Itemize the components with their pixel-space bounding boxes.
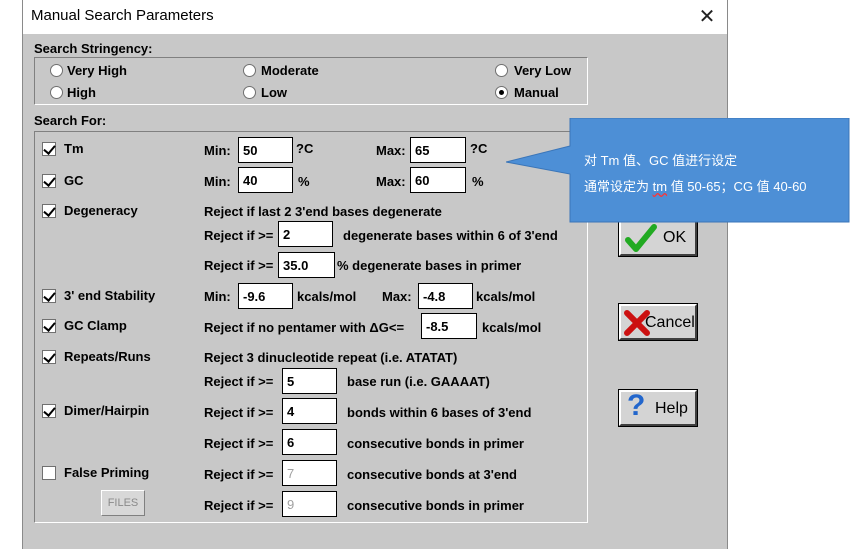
degeneracy-text2: % degenerate bases in primer bbox=[337, 258, 522, 273]
gc-max-label: Max: bbox=[376, 174, 406, 189]
dimer-bonds-input[interactable]: 4 bbox=[282, 398, 337, 424]
tm-max-label: Max: bbox=[376, 143, 406, 158]
ok-button[interactable]: OK bbox=[619, 220, 697, 256]
dimer-checkbox[interactable] bbox=[42, 404, 56, 418]
false-priming-text1: consecutive bonds at 3'end bbox=[347, 467, 517, 482]
checkmark-icon bbox=[625, 224, 657, 252]
radio-manual-label: Manual bbox=[514, 85, 559, 100]
gc-min-unit: % bbox=[298, 174, 310, 189]
tm-checkbox[interactable] bbox=[42, 142, 56, 156]
false-priming-checkbox[interactable] bbox=[42, 466, 56, 480]
question-mark-icon: ? bbox=[627, 389, 646, 422]
cancel-button[interactable]: Cancel bbox=[619, 304, 697, 340]
stability-max-input[interactable]: -4.8 bbox=[418, 283, 473, 309]
dimer-reject-label-1: Reject if >= bbox=[204, 405, 274, 420]
callout-line1: 对 Tm 值、GC 值进行设定 bbox=[584, 153, 738, 168]
dimer-consecutive-input[interactable]: 6 bbox=[282, 429, 337, 455]
false-priming-primer-input[interactable]: 9 bbox=[282, 491, 337, 517]
gc-min-label: Min: bbox=[204, 174, 231, 189]
degeneracy-count-input[interactable]: 2 bbox=[278, 221, 333, 247]
tm-label: Tm bbox=[64, 141, 84, 156]
repeats-text: base run (i.e. GAAAAT) bbox=[347, 374, 490, 389]
radio-very-low-label: Very Low bbox=[514, 63, 572, 78]
stability-min-unit: kcals/mol bbox=[297, 289, 357, 304]
radio-very-high-label: Very High bbox=[67, 63, 127, 78]
gc-clamp-input[interactable]: -8.5 bbox=[421, 313, 477, 339]
dimer-reject-label-2: Reject if >= bbox=[204, 436, 274, 451]
degeneracy-reject-label-2: Reject if >= bbox=[204, 258, 274, 273]
callout-shape bbox=[506, 118, 850, 223]
radio-moderate[interactable] bbox=[243, 64, 256, 77]
repeats-reject-label: Reject if >= bbox=[204, 374, 274, 389]
radio-low[interactable] bbox=[243, 86, 256, 99]
dimer-label: Dimer/Hairpin bbox=[64, 403, 150, 418]
repeats-line1: Reject 3 dinucleotide repeat (i.e. ATATA… bbox=[204, 350, 458, 365]
degeneracy-reject-label-1: Reject if >= bbox=[204, 228, 274, 243]
gc-label: GC bbox=[64, 173, 84, 188]
degeneracy-text1: degenerate bases within 6 of 3'end bbox=[343, 228, 558, 243]
annotation-callout: 对 Tm 值、GC 值进行设定 通常设定为 tm 值 50-65；CG 值 40… bbox=[506, 118, 850, 224]
gc-checkbox[interactable] bbox=[42, 174, 56, 188]
radio-moderate-label: Moderate bbox=[261, 63, 319, 78]
tm-max-input[interactable]: 65 bbox=[410, 137, 466, 163]
help-button-label: Help bbox=[655, 400, 688, 417]
false-priming-text2: consecutive bonds in primer bbox=[347, 498, 524, 513]
window-title: Manual Search Parameters bbox=[31, 7, 214, 24]
callout-line2-post: 值 50-65；CG 值 40-60 bbox=[667, 179, 807, 194]
stability-checkbox[interactable] bbox=[42, 289, 56, 303]
dimer-text2: consecutive bonds in primer bbox=[347, 436, 524, 451]
callout-line2: 通常设定为 tm 值 50-65；CG 值 40-60 bbox=[584, 176, 807, 195]
tm-min-unit: ?C bbox=[296, 141, 314, 156]
gc-clamp-unit: kcals/mol bbox=[482, 320, 542, 335]
radio-very-low[interactable] bbox=[495, 64, 508, 77]
gc-max-unit: % bbox=[472, 174, 484, 189]
ok-button-label: OK bbox=[663, 229, 687, 246]
tm-min-label: Min: bbox=[204, 143, 231, 158]
close-button[interactable]: ✕ bbox=[689, 2, 725, 32]
repeats-run-input[interactable]: 5 bbox=[282, 368, 337, 394]
radio-high[interactable] bbox=[50, 86, 63, 99]
close-icon: ✕ bbox=[698, 6, 716, 28]
stability-min-input[interactable]: -9.6 bbox=[238, 283, 293, 309]
gc-clamp-label: GC Clamp bbox=[64, 318, 127, 333]
stability-min-label: Min: bbox=[204, 289, 231, 304]
degeneracy-label: Degeneracy bbox=[64, 203, 138, 218]
degeneracy-percent-input[interactable]: 35.0 bbox=[278, 252, 335, 278]
callout-line2-tm: tm bbox=[652, 179, 668, 194]
dimer-text1: bonds within 6 bases of 3'end bbox=[347, 405, 532, 420]
gc-max-input[interactable]: 60 bbox=[410, 167, 466, 193]
degeneracy-line1: Reject if last 2 3'end bases degenerate bbox=[204, 204, 442, 219]
false-priming-3end-input[interactable]: 7 bbox=[282, 460, 337, 486]
search-for-label: Search For: bbox=[34, 113, 107, 128]
gc-min-input[interactable]: 40 bbox=[238, 167, 293, 193]
cancel-button-label: Cancel bbox=[645, 314, 695, 331]
false-priming-label: False Priming bbox=[64, 465, 150, 480]
tm-min-input[interactable]: 50 bbox=[238, 137, 293, 163]
stringency-label: Search Stringency: bbox=[34, 41, 153, 56]
radio-low-label: Low bbox=[261, 85, 287, 100]
files-button[interactable]: FILES bbox=[101, 490, 145, 516]
degeneracy-checkbox[interactable] bbox=[42, 204, 56, 218]
radio-high-label: High bbox=[67, 85, 96, 100]
tm-max-unit: ?C bbox=[470, 141, 488, 156]
help-button[interactable]: ? Help bbox=[619, 389, 697, 426]
gc-clamp-checkbox[interactable] bbox=[42, 319, 56, 333]
callout-line2-pre: 通常设定为 bbox=[584, 179, 653, 194]
stability-max-label: Max: bbox=[382, 289, 412, 304]
stability-label: 3' end Stability bbox=[64, 288, 156, 303]
false-priming-reject-label-1: Reject if >= bbox=[204, 467, 274, 482]
false-priming-reject-label-2: Reject if >= bbox=[204, 498, 274, 513]
title-bar: Manual Search Parameters ✕ bbox=[23, 0, 727, 34]
radio-very-high[interactable] bbox=[50, 64, 63, 77]
gc-clamp-text: Reject if no pentamer with ΔG<= bbox=[204, 320, 405, 335]
dialog-window: Manual Search Parameters ✕ Search String… bbox=[22, 0, 728, 549]
radio-manual[interactable] bbox=[495, 86, 508, 99]
repeats-label: Repeats/Runs bbox=[64, 349, 151, 364]
repeats-checkbox[interactable] bbox=[42, 350, 56, 364]
stability-max-unit: kcals/mol bbox=[476, 289, 536, 304]
